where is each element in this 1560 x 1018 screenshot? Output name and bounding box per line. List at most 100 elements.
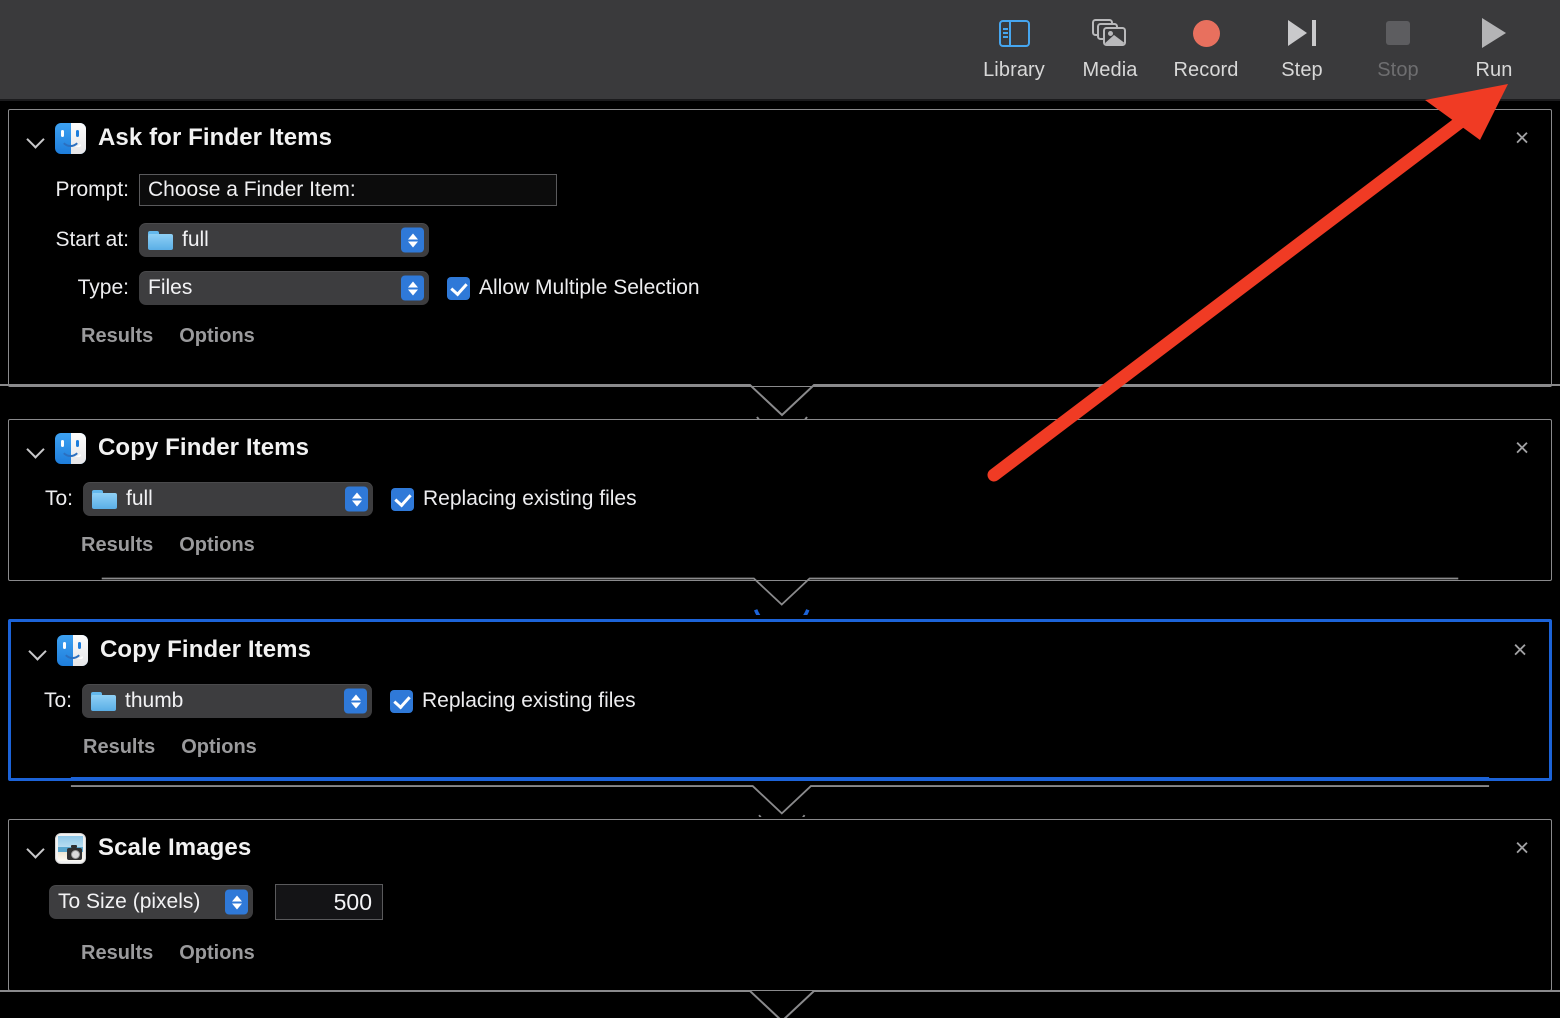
action-block-ask-for-finder-items[interactable]: Ask for Finder Items × Prompt: Choose a … [8,109,1552,387]
field-label-to: To: [44,487,73,510]
action-title: Ask for Finder Items [98,124,333,151]
field-row-to: To: thumb Replacing existing files [11,684,1549,718]
folder-icon [91,691,116,711]
scale-mode-popup-button[interactable]: To Size (pixels) [49,885,253,919]
replacing-existing-files-checkbox[interactable]: Replacing existing files [390,689,636,713]
action-header[interactable]: Copy Finder Items × [11,622,1549,678]
action-connector [70,777,1490,817]
toolbar-button-record[interactable]: Record [1158,0,1254,97]
chevron-down-icon[interactable] [27,639,49,661]
action-title: Scale Images [98,834,252,861]
field-row-type: Type: Files Allow Multiple Selection [9,271,1551,305]
checkbox-label: Allow Multiple Selection [479,276,700,299]
finder-icon [55,432,86,464]
toolbar: Library Media Record Step Stop Run [0,0,1560,101]
scale-mode-value: To Size (pixels) [58,890,201,913]
toolbar-button-step[interactable]: Step [1254,0,1350,97]
action-title: Copy Finder Items [100,636,312,663]
workflow-canvas[interactable]: Ask for Finder Items × Prompt: Choose a … [0,101,1560,1018]
action-header[interactable]: Copy Finder Items × [9,420,1551,476]
field-row-start-at: Start at: full [9,223,1551,257]
finder-icon [57,634,88,666]
checkbox-label: Replacing existing files [422,689,636,712]
checkmark-icon[interactable] [447,276,470,300]
chevron-down-icon[interactable] [25,437,47,459]
field-label-start-at: Start at: [55,228,129,251]
toolbar-label-stop: Stop [1377,59,1419,81]
checkbox-label: Replacing existing files [423,487,637,510]
chevron-up-down-icon[interactable] [344,688,367,714]
action-block-copy-finder-items-full[interactable]: Copy Finder Items × To: full Replacing e… [8,419,1552,581]
to-value: full [126,487,153,510]
field-label-type: Type: [77,276,129,299]
results-button[interactable]: Results [83,736,155,759]
automator-window: Library Media Record Step Stop Run Ask f… [0,0,1560,1018]
options-button[interactable]: Options [179,942,255,965]
options-button[interactable]: Options [179,534,255,557]
action-connector [0,990,1560,1018]
toolbar-button-library[interactable]: Library [966,0,1062,97]
replacing-existing-files-checkbox[interactable]: Replacing existing files [391,487,637,511]
folder-icon [92,489,117,509]
action-connector [0,384,1560,421]
action-header[interactable]: Scale Images × [9,820,1551,876]
action-footer: Results Options [11,736,1549,759]
folder-icon [148,230,173,250]
toolbar-label-record: Record [1173,59,1239,81]
run-icon [1482,10,1506,56]
allow-multiple-selection-checkbox[interactable]: Allow Multiple Selection [447,276,700,300]
action-block-copy-finder-items-thumb[interactable]: Copy Finder Items × To: thumb Replacing … [8,619,1552,781]
toolbar-label-library: Library [983,59,1045,81]
toolbar-button-media[interactable]: Media [1062,0,1158,97]
chevron-up-down-icon[interactable] [401,275,424,301]
toolbar-button-run[interactable]: Run [1446,0,1542,97]
options-button[interactable]: Options [179,325,255,348]
checkmark-icon[interactable] [390,689,413,713]
results-button[interactable]: Results [81,534,153,557]
chevron-up-down-icon[interactable] [225,889,248,915]
toolbar-label-step: Step [1281,59,1323,81]
action-block-scale-images[interactable]: Scale Images × To Size (pixels) 500 Resu… [8,819,1552,991]
options-button[interactable]: Options [181,736,257,759]
action-footer: Results Options [9,325,1551,348]
action-title: Copy Finder Items [98,434,310,461]
close-icon[interactable]: × [1509,125,1535,151]
results-button[interactable]: Results [81,942,153,965]
field-row-to: To: full Replacing existing files [9,482,1551,516]
action-header[interactable]: Ask for Finder Items × [9,110,1551,166]
close-icon[interactable]: × [1509,835,1535,861]
chevron-up-down-icon[interactable] [401,227,424,253]
to-value: thumb [125,689,184,712]
preview-icon [55,832,86,864]
close-icon[interactable]: × [1507,637,1533,663]
stop-icon [1386,10,1410,56]
scale-size-input[interactable]: 500 [275,884,383,920]
chevron-up-down-icon[interactable] [345,486,368,512]
chevron-down-icon[interactable] [25,837,47,859]
type-value: Files [148,276,193,299]
start-at-value: full [182,228,209,251]
to-popup-button[interactable]: full [83,482,373,516]
field-row-prompt: Prompt: Choose a Finder Item: [9,174,1551,206]
action-footer: Results Options [9,942,1551,965]
field-row-scale: To Size (pixels) 500 [9,884,1551,920]
checkmark-icon[interactable] [391,487,414,511]
media-icon [1092,10,1128,56]
step-icon [1288,10,1316,56]
field-label-to: To: [43,689,72,712]
type-popup-button[interactable]: Files [139,271,429,305]
chevron-down-icon[interactable] [25,127,47,149]
action-footer: Results Options [9,534,1551,557]
finder-icon [55,122,86,154]
toolbar-button-stop: Stop [1350,0,1446,97]
close-icon[interactable]: × [1509,435,1535,461]
toolbar-label-run: Run [1475,59,1513,81]
prompt-input[interactable]: Choose a Finder Item: [139,174,557,206]
field-label-prompt: Prompt: [55,178,129,201]
start-at-popup-button[interactable]: full [139,223,429,257]
action-connector [101,577,1459,615]
library-icon [998,10,1030,56]
results-button[interactable]: Results [81,325,153,348]
record-icon [1192,10,1220,56]
to-popup-button[interactable]: thumb [82,684,372,718]
